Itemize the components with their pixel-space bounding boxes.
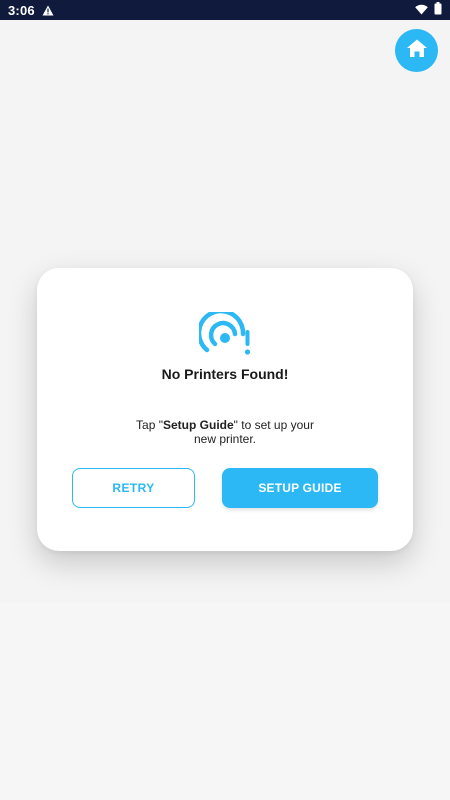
setup-guide-button[interactable]: SETUP GUIDE [222, 468, 378, 508]
status-bar: 3:06 [0, 0, 450, 20]
warning-triangle-icon [42, 5, 54, 16]
retry-button[interactable]: RETRY [72, 468, 195, 508]
message-prefix: Tap " [136, 418, 163, 432]
home-button[interactable] [395, 29, 438, 72]
printer-signal-warning-icon [196, 308, 251, 360]
no-printers-dialog: No Printers Found! Tap "Setup Guide" to … [37, 268, 413, 551]
dialog-message: Tap "Setup Guide" to set up your new pri… [125, 418, 325, 446]
wifi-icon [415, 3, 428, 18]
battery-icon [434, 2, 442, 18]
status-time: 3:06 [8, 2, 35, 18]
status-icons [415, 2, 442, 18]
dialog-title: No Printers Found! [161, 366, 289, 382]
message-highlight: Setup Guide [162, 418, 234, 432]
background-panel [0, 603, 450, 800]
home-icon [406, 38, 428, 63]
